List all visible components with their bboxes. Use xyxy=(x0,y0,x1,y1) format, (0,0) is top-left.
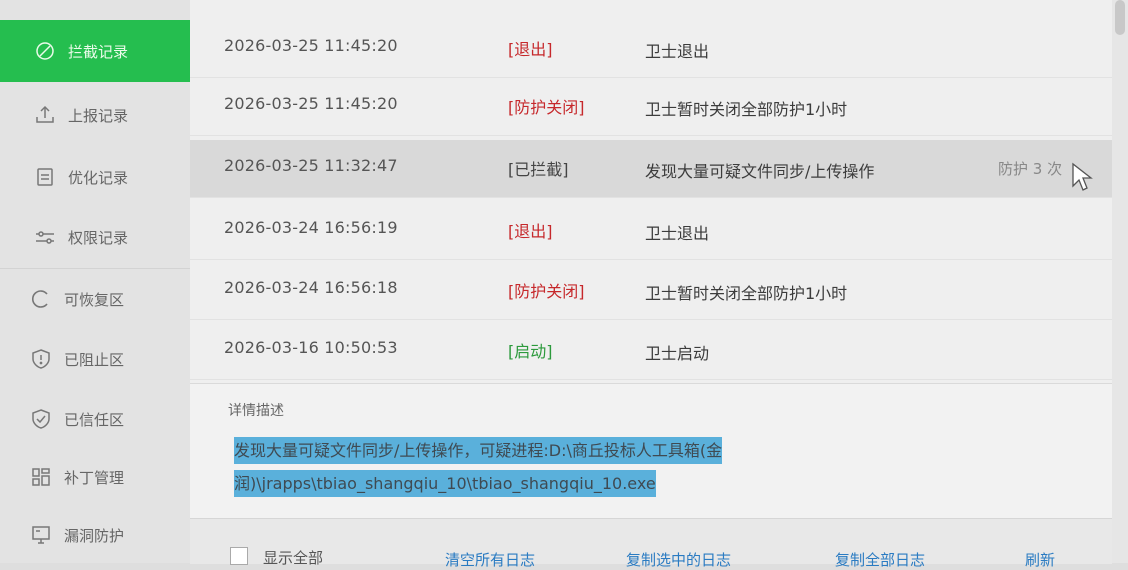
log-time: 2026-03-24 16:56:18 xyxy=(224,278,398,297)
table-row[interactable]: 2026-03-24 16:56:19 [退出] 卫士退出 xyxy=(190,202,1112,260)
log-panel: 2026-03-25 11:45:20 [退出] 卫士退出 2026-03-25… xyxy=(190,0,1112,569)
log-time: 2026-03-24 16:56:19 xyxy=(224,218,398,237)
security-log-window: 拦截记录 上报记录 优化记录 权限记录 可恢复区 已阻止区 已信任区 补丁管理 … xyxy=(0,0,1128,569)
grid-icon xyxy=(30,466,52,488)
shield-alert-icon xyxy=(30,348,52,370)
sidebar-item-label: 已信任区 xyxy=(64,410,125,429)
sliders-icon xyxy=(34,226,56,248)
log-type: [退出] xyxy=(508,222,553,241)
sidebar-item-patch-management[interactable]: 补丁管理 xyxy=(0,448,190,506)
log-type: [防护关闭] xyxy=(508,98,585,117)
footer-bar: 显示全部 清空所有日志 复制选中的日志 复制全部日志 刷新 xyxy=(190,518,1112,569)
table-row[interactable]: 2026-03-25 11:45:20 [防护关闭] 卫士暂时关闭全部防护1小时 xyxy=(190,78,1112,136)
sidebar-item-vulnerability-protection[interactable]: 漏洞防护 xyxy=(0,506,190,564)
sidebar-item-report-records[interactable]: 上报记录 xyxy=(0,86,190,144)
sidebar-item-trusted[interactable]: 已信任区 xyxy=(0,390,190,448)
sidebar-item-permission-records[interactable]: 权限记录 xyxy=(0,208,190,266)
sidebar-item-label: 上报记录 xyxy=(68,106,129,125)
log-description: 卫士退出 xyxy=(645,42,710,61)
table-row[interactable]: 2026-03-16 10:50:53 [启动] 卫士启动 xyxy=(190,322,1112,380)
sidebar-item-optimize-records[interactable]: 优化记录 xyxy=(0,148,190,206)
upload-icon xyxy=(34,104,56,126)
log-time: 2026-03-25 11:45:20 xyxy=(224,94,398,113)
log-type: [防护关闭] xyxy=(508,282,585,301)
scrollbar-thumb[interactable] xyxy=(1115,0,1125,35)
show-all-label[interactable]: 显示全部 xyxy=(263,547,323,568)
log-description: 卫士启动 xyxy=(645,344,710,363)
mouse-cursor-icon xyxy=(1072,162,1093,191)
detail-panel: 详情描述 发现大量可疑文件同步/上传操作，可疑进程:D:\商丘投标人工具箱(金润… xyxy=(190,383,1112,519)
log-type: [退出] xyxy=(508,40,553,59)
log-time: 2026-03-25 11:45:20 xyxy=(224,36,398,55)
copy-all-logs-link[interactable]: 复制全部日志 xyxy=(835,549,925,570)
monitor-icon xyxy=(30,524,52,546)
log-time: 2026-03-16 10:50:53 xyxy=(224,338,398,357)
sidebar: 拦截记录 上报记录 优化记录 权限记录 可恢复区 已阻止区 已信任区 补丁管理 … xyxy=(0,0,190,563)
log-type: [已拦截] xyxy=(508,160,569,179)
scrollbar[interactable] xyxy=(1112,0,1128,563)
sidebar-item-blocked[interactable]: 已阻止区 xyxy=(0,330,190,388)
protect-count: 防护 3 次 xyxy=(998,160,1063,178)
log-description: 卫士暂时关闭全部防护1小时 xyxy=(645,100,848,119)
blocked-circle-icon xyxy=(34,40,56,62)
table-row-selected[interactable]: 2026-03-25 11:32:47 [已拦截] 发现大量可疑文件同步/上传操… xyxy=(190,140,1112,198)
show-all-checkbox[interactable] xyxy=(230,547,248,565)
sidebar-divider xyxy=(0,268,190,269)
clear-all-logs-link[interactable]: 清空所有日志 xyxy=(445,549,535,570)
sidebar-item-label: 权限记录 xyxy=(68,228,129,247)
sidebar-item-recoverable[interactable]: 可恢复区 xyxy=(0,270,190,328)
log-description: 发现大量可疑文件同步/上传操作 xyxy=(645,162,875,181)
shield-check-icon xyxy=(30,408,52,430)
table-row[interactable]: 2026-03-24 16:56:18 [防护关闭] 卫士暂时关闭全部防护1小时 xyxy=(190,262,1112,320)
log-description: 卫士退出 xyxy=(645,224,710,243)
sidebar-item-label: 可恢复区 xyxy=(64,290,125,309)
sidebar-item-label: 补丁管理 xyxy=(64,468,125,487)
sidebar-item-label: 已阻止区 xyxy=(64,350,125,369)
detail-description: 发现大量可疑文件同步/上传操作，可疑进程:D:\商丘投标人工具箱(金润)\jra… xyxy=(234,437,723,497)
log-description: 卫士暂时关闭全部防护1小时 xyxy=(645,284,848,303)
document-icon xyxy=(34,166,56,188)
detail-title: 详情描述 xyxy=(228,403,284,419)
sidebar-item-label: 拦截记录 xyxy=(68,42,129,61)
table-row[interactable]: 2026-03-25 11:45:20 [退出] 卫士退出 xyxy=(190,20,1112,78)
refresh-icon xyxy=(30,288,52,310)
sidebar-item-label: 漏洞防护 xyxy=(64,526,125,545)
refresh-link[interactable]: 刷新 xyxy=(1025,549,1055,570)
copy-selected-logs-link[interactable]: 复制选中的日志 xyxy=(626,549,731,570)
sidebar-item-label: 优化记录 xyxy=(68,168,129,187)
log-time: 2026-03-25 11:32:47 xyxy=(224,156,398,175)
log-type: [启动] xyxy=(508,342,553,361)
sidebar-item-intercept-records[interactable]: 拦截记录 xyxy=(0,20,190,82)
detail-text[interactable]: 发现大量可疑文件同步/上传操作，可疑进程:D:\商丘投标人工具箱(金润)\jra… xyxy=(234,434,1064,500)
